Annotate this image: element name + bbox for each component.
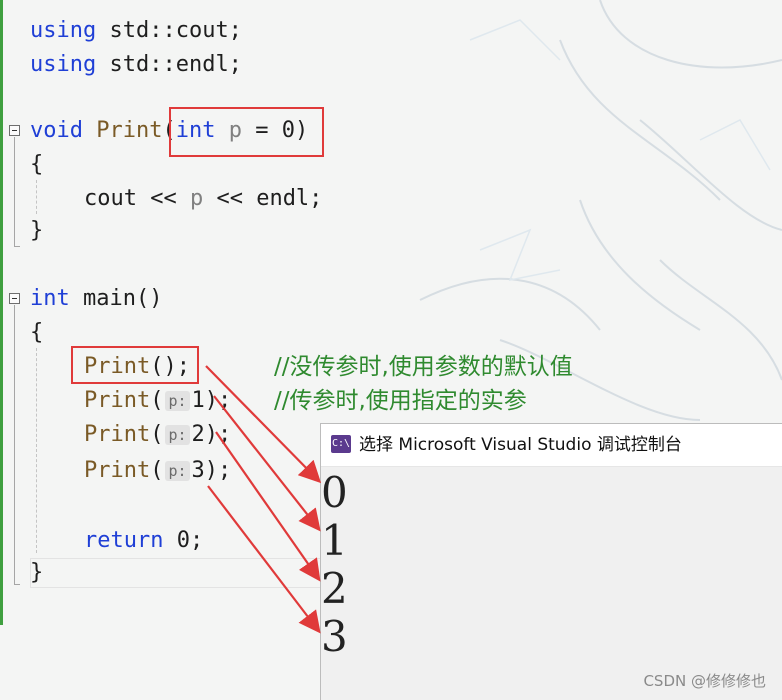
inlay-hint: p: bbox=[165, 391, 190, 411]
current-line-highlight bbox=[30, 558, 330, 588]
code-text: { bbox=[30, 152, 44, 177]
indent-guide bbox=[36, 348, 37, 553]
keyword: int bbox=[30, 286, 70, 311]
code-line-brace-open[interactable]: { bbox=[30, 150, 43, 180]
highlight-default-call bbox=[71, 346, 199, 384]
watermark: CSDN @修修修也 bbox=[643, 672, 766, 690]
code-line-brace-close[interactable]: } bbox=[30, 216, 43, 246]
code-text: std::endl; bbox=[96, 52, 242, 77]
code-line-cout[interactable]: cout << p << endl; bbox=[84, 184, 322, 214]
comment-default-arg: //没传参时,使用参数的默认值 bbox=[274, 354, 573, 380]
console-title: 选择 Microsoft Visual Studio 调试控制台 bbox=[359, 435, 682, 455]
collapse-icon[interactable] bbox=[9, 125, 20, 136]
code-text: std::cout; bbox=[96, 18, 242, 43]
console-output-line: 1 bbox=[321, 516, 348, 565]
inlay-hint: p: bbox=[165, 425, 190, 445]
code-text: } bbox=[30, 218, 44, 243]
code-text: ( bbox=[150, 388, 164, 413]
code-line-main[interactable]: int main() bbox=[30, 284, 162, 314]
keyword: void bbox=[30, 118, 83, 143]
keyword: return bbox=[84, 528, 164, 553]
console-titlebar[interactable]: C:\ 选择 Microsoft Visual Studio 调试控制台 bbox=[321, 424, 782, 467]
fold-end bbox=[14, 246, 20, 247]
fold-end bbox=[14, 584, 20, 585]
code-text: cout << bbox=[84, 186, 190, 211]
fold-guide bbox=[14, 305, 15, 585]
function-name: Print bbox=[82, 118, 163, 143]
console-output-line: 0 bbox=[321, 468, 348, 517]
parameter-name: p bbox=[189, 186, 204, 211]
code-line-return[interactable]: return 0; bbox=[84, 526, 203, 556]
code-text: 0; bbox=[163, 528, 204, 553]
code-text: ( bbox=[150, 422, 164, 447]
console-app-icon: C:\ bbox=[331, 435, 351, 453]
collapse-icon[interactable] bbox=[9, 293, 20, 304]
code-line-brace-open[interactable]: { bbox=[30, 318, 43, 348]
function-name: Print bbox=[84, 388, 151, 413]
code-text: 2); bbox=[191, 422, 232, 447]
code-line-brace-close[interactable]: } bbox=[30, 558, 43, 588]
console-output-line: 2 bbox=[321, 564, 348, 613]
keyword: using bbox=[30, 52, 97, 77]
code-text: ( bbox=[150, 458, 164, 483]
code-line-using-cout[interactable]: using std::cout; bbox=[30, 16, 242, 46]
code-text: main() bbox=[69, 286, 163, 311]
comment-explicit-arg: //传参时,使用指定的实参 bbox=[274, 388, 527, 414]
function-name: Print bbox=[84, 458, 151, 483]
arrow-call-to-output-2 bbox=[215, 431, 321, 582]
console-output-line: 3 bbox=[321, 612, 348, 661]
code-text: { bbox=[30, 320, 44, 345]
fold-guide bbox=[14, 137, 15, 247]
debug-console-window[interactable]: C:\ 选择 Microsoft Visual Studio 调试控制台 0 1… bbox=[320, 423, 782, 700]
code-text: 3); bbox=[191, 458, 232, 483]
code-line-call-2[interactable]: Print(p: 2); bbox=[84, 420, 231, 450]
code-line-call-3[interactable]: Print(p: 3); bbox=[84, 456, 231, 486]
code-text: } bbox=[30, 560, 44, 585]
function-name: Print bbox=[84, 422, 151, 447]
inlay-hint: p: bbox=[165, 461, 190, 481]
code-line-using-endl[interactable]: using std::endl; bbox=[30, 50, 242, 80]
code-line-call-1[interactable]: Print(p: 1); bbox=[84, 386, 231, 416]
code-text: 1); bbox=[191, 388, 232, 413]
keyword: using bbox=[30, 18, 97, 43]
editor-margin-bar bbox=[0, 0, 3, 625]
indent-guide bbox=[36, 180, 37, 214]
code-text: << endl; bbox=[203, 186, 323, 211]
highlight-default-param bbox=[169, 107, 324, 157]
